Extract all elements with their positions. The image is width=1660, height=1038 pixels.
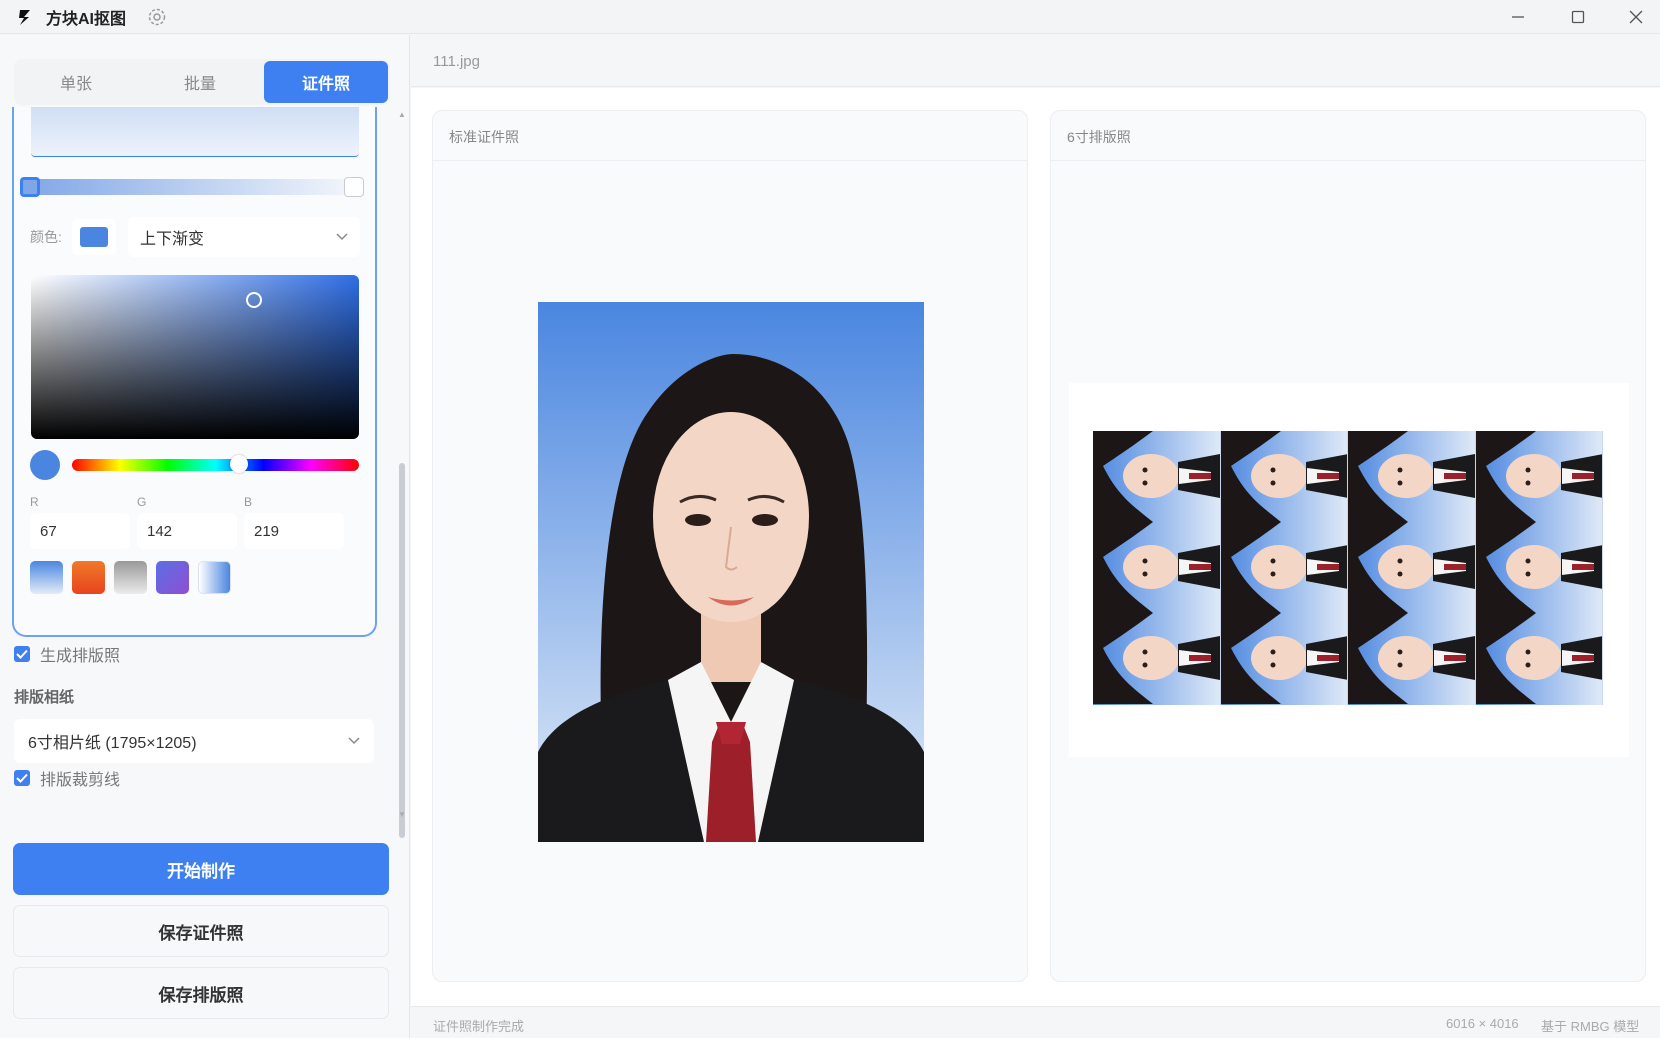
picker-cursor[interactable] (246, 292, 262, 308)
preset-swatches (30, 561, 231, 594)
minimize-button[interactable] (1488, 0, 1548, 34)
paper-select[interactable]: 6寸相片纸 (1795×1205) (14, 719, 374, 763)
paper-section-label: 排版相纸 (14, 689, 75, 706)
title-bar: 方块AI抠图 (0, 0, 1660, 34)
gradient-preview (31, 107, 359, 157)
save-layout-photo-button[interactable]: 保存排版照 (13, 967, 389, 1019)
preset-gray-gradient[interactable] (114, 561, 147, 594)
g-input[interactable]: 142 (137, 513, 237, 549)
g-label: G (137, 495, 147, 509)
file-name: 111.jpg (433, 53, 480, 70)
status-bar: 证件照制作完成 6016 × 4016 基于 RMBG 模型 (411, 1006, 1660, 1038)
layout-photo-title: 6寸排版照 (1051, 111, 1645, 161)
app-logo-icon (14, 6, 36, 28)
cut-lines-checkbox[interactable] (14, 770, 30, 786)
tab-batch[interactable]: 批量 (138, 59, 262, 105)
hue-slider[interactable] (72, 455, 359, 473)
layout-photo-column (1475, 431, 1603, 705)
status-model: 基于 RMBG 模型 (1541, 1019, 1640, 1034)
color-swatch-button[interactable] (72, 219, 116, 255)
b-input[interactable]: 219 (244, 513, 344, 549)
generate-layout-label: 生成排版照 (40, 648, 121, 665)
layout-photo-column (1093, 431, 1221, 705)
layout-photo-column (1220, 431, 1348, 705)
preset-white-blue-gradient[interactable] (198, 561, 231, 594)
preset-blue-gradient[interactable] (30, 561, 63, 594)
current-color-preview (30, 450, 60, 480)
maximize-button[interactable] (1548, 0, 1608, 34)
b-label: B (244, 495, 253, 509)
r-input[interactable]: 67 (30, 513, 130, 549)
portrait-illustration (538, 354, 924, 842)
cut-lines-checkbox-row[interactable]: 排版裁剪线 (14, 766, 120, 790)
scroll-up-icon[interactable]: ▲ (397, 110, 407, 119)
gradient-start-handle[interactable] (20, 177, 40, 197)
saturation-value-picker[interactable] (31, 275, 359, 439)
gradient-end-handle[interactable] (344, 177, 364, 197)
color-row: 颜色: 上下渐变 (30, 217, 360, 257)
generate-layout-checkbox[interactable] (14, 646, 30, 662)
check-icon (16, 773, 28, 783)
preset-purple-gradient[interactable] (156, 561, 189, 594)
left-scrollbar[interactable]: ▲ ▼ (397, 110, 407, 838)
gradient-mode-select[interactable]: 上下渐变 (128, 217, 360, 257)
app-title: 方块AI抠图 (46, 10, 127, 28)
check-icon (16, 649, 28, 659)
color-swatch (80, 227, 108, 247)
layout-photo-column (1348, 431, 1476, 705)
layout-sheet (1069, 383, 1629, 757)
layout-photo-panel: 6寸排版照 (1050, 110, 1646, 982)
chevron-down-icon (336, 233, 348, 241)
cut-lines-label: 排版裁剪线 (40, 772, 121, 789)
tab-id-photo[interactable]: 证件照 (264, 61, 388, 103)
gradient-slider[interactable] (20, 177, 364, 197)
hue-slider-knob[interactable] (230, 455, 248, 473)
gear-icon[interactable] (146, 6, 168, 28)
generate-layout-checkbox-row[interactable]: 生成排版照 (14, 642, 120, 666)
paper-select-value: 6寸相片纸 (1795×1205) (28, 735, 197, 752)
standard-photo-title: 标准证件照 (433, 111, 1027, 161)
standard-photo-panel: 标准证件照 (432, 110, 1028, 982)
status-image-size: 6016 × 4016 (1446, 1016, 1519, 1031)
preset-orange-gradient[interactable] (72, 561, 105, 594)
save-id-photo-button[interactable]: 保存证件照 (13, 905, 389, 957)
close-button[interactable] (1606, 0, 1660, 34)
chevron-down-icon (348, 737, 360, 745)
start-button[interactable]: 开始制作 (13, 843, 389, 895)
tab-single[interactable]: 单张 (14, 59, 138, 105)
left-panel: 单张 批量 证件照 颜色: 上下渐变 R G B 67 142 219 生成排版… (0, 35, 410, 1038)
scroll-down-icon[interactable]: ▼ (397, 810, 407, 819)
status-message: 证件照制作完成 (433, 1019, 525, 1034)
preview-area: 标准证件照 6寸排版照 (411, 88, 1660, 1006)
color-label: 颜色: (30, 229, 62, 245)
scroll-thumb[interactable] (399, 463, 405, 838)
background-settings-card: 颜色: 上下渐变 R G B 67 142 219 (12, 107, 377, 637)
gradient-mode-value: 上下渐变 (140, 231, 205, 248)
layout-grid (1093, 431, 1603, 705)
file-bar: 111.jpg (411, 35, 1660, 87)
mode-tabs: 单张 批量 证件照 (14, 59, 390, 105)
r-label: R (30, 495, 39, 509)
id-photo-image (538, 302, 924, 842)
